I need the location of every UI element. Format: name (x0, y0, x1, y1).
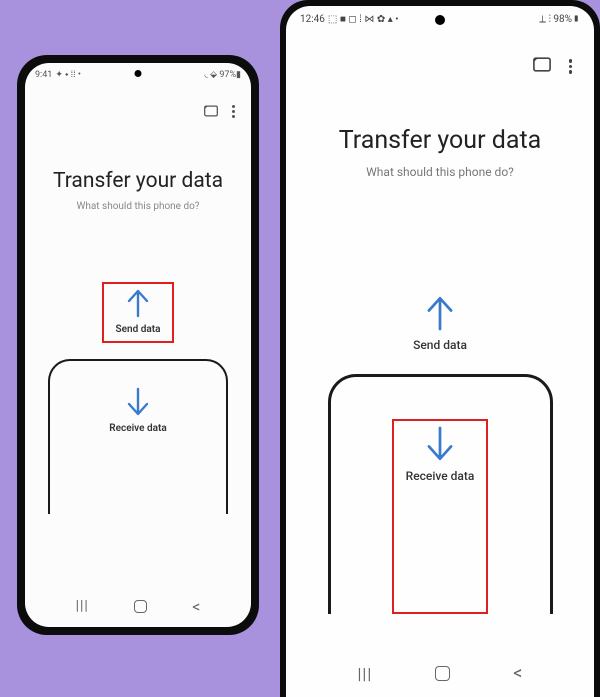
nav-home-button[interactable] (435, 666, 450, 681)
page-subtitle: What should this phone do? (25, 201, 251, 212)
front-camera-dot (435, 15, 445, 25)
receive-device-outline: Receive data (328, 374, 553, 614)
send-data-label: Send data (116, 324, 161, 335)
send-data-button[interactable]: Send data (413, 294, 467, 352)
page-title: Transfer your data (286, 126, 594, 155)
arrow-down-icon (125, 387, 151, 417)
phone-right-screen: 12:46 ⬚ ■ ◻ ⁞ ⋈ ✿ ▴ • ⟂ ⫶ 98%▮ Transfer … (286, 6, 594, 697)
topbar-icons (25, 82, 251, 121)
receive-data-label: Receive data (109, 423, 166, 434)
page-title: Transfer your data (25, 169, 251, 193)
arrow-up-icon (125, 288, 151, 318)
sd-card-icon[interactable] (533, 57, 551, 76)
receive-data-button[interactable]: Receive data (392, 419, 489, 614)
more-menu-icon[interactable] (232, 105, 235, 118)
nav-home-button[interactable] (134, 600, 147, 613)
topbar-icons (286, 29, 594, 76)
page-subtitle: What should this phone do? (286, 165, 594, 179)
sd-card-icon[interactable] (204, 102, 218, 121)
status-icons-left: ✦ ⬩ ⁞⁞ • (55, 69, 81, 80)
arrow-down-icon (424, 425, 456, 463)
android-nav-bar: ||| < (25, 585, 251, 627)
nav-back-button[interactable]: < (513, 663, 522, 684)
nav-recent-button[interactable]: ||| (76, 598, 89, 614)
status-icons-left: ⬚ ■ ◻ ⁞ ⋈ ✿ ▴ • (328, 14, 399, 25)
send-data-label: Send data (413, 338, 467, 352)
receive-data-label: Receive data (406, 469, 475, 483)
more-menu-icon[interactable] (569, 59, 573, 74)
phone-right-frame: 12:46 ⬚ ■ ◻ ⁞ ⋈ ✿ ▴ • ⟂ ⫶ 98%▮ Transfer … (280, 0, 600, 697)
send-data-button[interactable]: Send data (102, 282, 175, 343)
receive-data-button[interactable]: Receive data (109, 387, 166, 514)
phone-left-screen: 9:41 ✦ ⬩ ⁞⁞ • ◟ ⬙ 97%▮ Transfer your dat… (25, 63, 251, 627)
status-time: 12:46 (300, 14, 325, 25)
phone-left-frame: 9:41 ✦ ⬩ ⁞⁞ • ◟ ⬙ 97%▮ Transfer your dat… (17, 55, 259, 635)
nav-recent-button[interactable]: ||| (358, 664, 373, 683)
nav-back-button[interactable]: < (192, 597, 200, 616)
receive-device-outline: Receive data (48, 359, 228, 514)
status-icons-right: ◟ ⬙ 97%▮ (204, 70, 241, 80)
arrow-up-icon (424, 294, 456, 332)
android-nav-bar: ||| < (286, 649, 594, 697)
status-icons-right: ⟂ ⫶ 98%▮ (539, 14, 580, 25)
front-camera-dot (135, 70, 142, 77)
status-time: 9:41 (35, 70, 52, 80)
